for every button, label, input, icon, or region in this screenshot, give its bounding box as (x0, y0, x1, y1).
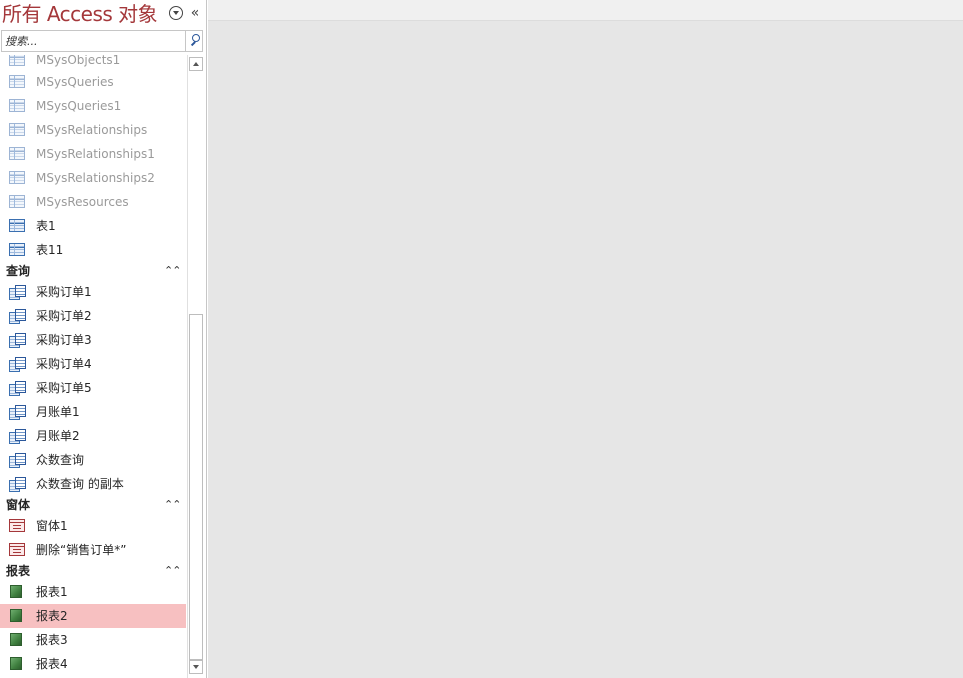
table-icon (9, 99, 25, 112)
group-header-queries[interactable]: 查询 ⌃⌃ (0, 261, 187, 281)
list-item-table[interactable]: MSysRelationships2 (0, 166, 187, 190)
table-icon (9, 171, 25, 184)
collapse-group-icon[interactable]: ⌃⌃ (164, 562, 181, 580)
report-icon (10, 609, 22, 622)
scrollbar-thumb[interactable] (189, 314, 203, 660)
form-icon (9, 543, 25, 556)
list-item-query[interactable]: 采购订单4 (0, 352, 187, 376)
list-item-table[interactable]: MSysQueries (0, 70, 187, 94)
document-workspace (208, 0, 963, 678)
query-icon (9, 405, 26, 420)
group-header-forms[interactable]: 窗体 ⌃⌃ (0, 495, 187, 515)
collapse-group-icon[interactable]: ⌃⌃ (164, 496, 181, 514)
list-item-report-selected[interactable]: 报表2 (0, 604, 186, 628)
query-icon (9, 309, 26, 324)
list-item-query[interactable]: 月账单1 (0, 400, 187, 424)
list-item-table[interactable]: 表11 (0, 238, 187, 262)
shutter-bar-collapse-icon[interactable]: « (188, 4, 202, 22)
search-input[interactable] (2, 31, 184, 51)
query-icon (9, 285, 26, 300)
search-icon[interactable] (185, 31, 203, 51)
report-icon (10, 585, 22, 598)
nav-pane-title[interactable]: 所有 Access 对象 (2, 1, 158, 27)
list-item-table[interactable]: 表1 (0, 214, 187, 238)
list-item-table[interactable]: MSysResources (0, 190, 187, 214)
nav-pane-header: 所有 Access 对象 « (0, 0, 207, 28)
list-item-table[interactable]: MSysRelationships1 (0, 142, 187, 166)
group-header-reports[interactable]: 报表 ⌃⌃ (0, 561, 187, 581)
query-icon (9, 477, 26, 492)
list-item-query[interactable]: 采购订单1 (0, 280, 187, 304)
table-icon (9, 243, 25, 256)
list-item-query[interactable]: 众数查询 的副本 (0, 472, 187, 496)
list-item-query[interactable]: 采购订单2 (0, 304, 187, 328)
scroll-up-arrow-icon[interactable] (189, 57, 203, 71)
list-item-report[interactable]: 报表1 (0, 580, 187, 604)
table-icon (9, 147, 25, 160)
list-item-query[interactable]: 众数查询 (0, 448, 187, 472)
nav-pane-menu-dropdown-icon[interactable] (169, 6, 183, 20)
query-icon (9, 429, 26, 444)
list-item-table[interactable]: MSysRelationships (0, 118, 187, 142)
table-icon (9, 55, 25, 66)
collapse-group-icon[interactable]: ⌃⌃ (164, 262, 181, 280)
navigation-pane: 所有 Access 对象 « MSysObjects1 MSysQueries … (0, 0, 207, 678)
list-item-report[interactable]: 报表3 (0, 628, 187, 652)
report-icon (10, 633, 22, 646)
table-icon (9, 219, 25, 232)
report-icon (10, 657, 22, 670)
table-icon (9, 195, 25, 208)
list-item-query[interactable]: 月账单2 (0, 424, 187, 448)
list-item-query[interactable]: 采购订单5 (0, 376, 187, 400)
query-icon (9, 333, 26, 348)
object-list: MSysObjects1 MSysQueries MSysQueries1 MS… (0, 55, 187, 678)
list-item-query[interactable]: 采购订单3 (0, 328, 187, 352)
query-icon (9, 357, 26, 372)
form-icon (9, 519, 25, 532)
list-item-form[interactable]: 窗体1 (0, 514, 187, 538)
list-item-table[interactable]: MSysQueries1 (0, 94, 187, 118)
vertical-scrollbar[interactable] (187, 55, 204, 678)
document-tab-strip (208, 0, 963, 21)
list-item-form[interactable]: 删除“销售订单*” (0, 538, 187, 562)
table-icon (9, 123, 25, 136)
search-box (1, 30, 203, 52)
table-icon (9, 75, 25, 88)
query-icon (9, 381, 26, 396)
query-icon (9, 453, 26, 468)
scroll-down-arrow-icon[interactable] (189, 660, 203, 674)
list-item-report[interactable]: 报表4 (0, 652, 187, 676)
